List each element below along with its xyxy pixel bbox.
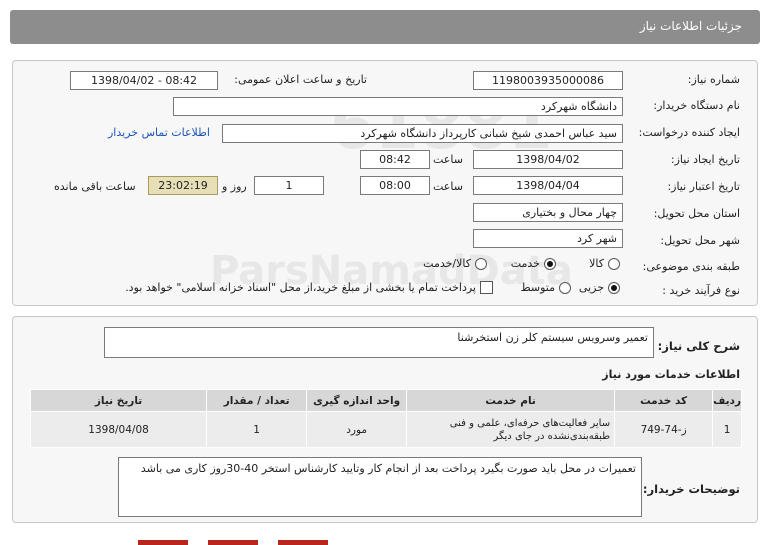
cell-unit: مورد — [306, 411, 408, 448]
services-table: ردیف کد خدمت نام خدمت واحد اندازه گیری ت… — [29, 389, 742, 448]
buyer-notes-field[interactable]: تعمیرات در محل باید صورت بگیرد پرداخت بع… — [118, 457, 642, 517]
radio-icon[interactable] — [475, 257, 487, 270]
cell-service-name: سایر فعالیت‌های حرفه‌ای، علمی و فنی طبقه… — [406, 411, 616, 448]
category-option-service[interactable]: خدمت — [511, 257, 556, 270]
cell-need-date: 1398/04/08 — [29, 411, 208, 448]
remaining-time-field: 23:02:19 — [148, 176, 218, 195]
col-service-code: کد خدمت — [614, 389, 714, 412]
buyer-org-label: نام دستگاه خریدار: — [653, 99, 740, 112]
table-row[interactable]: 1 ز-74-749 سایر فعالیت‌های حرفه‌ای، علمی… — [29, 411, 742, 448]
created-date-field[interactable]: 1398/04/02 — [473, 150, 623, 169]
process-option-minor[interactable]: جزیی — [579, 281, 620, 294]
category-option-goods-service[interactable]: کالا/خدمت — [423, 257, 487, 270]
services-title: اطلاعات خدمات مورد نیاز — [602, 368, 740, 381]
buyer-contact-link[interactable]: اطلاعات تماس خریدار — [108, 126, 210, 139]
radio-selected-icon[interactable] — [544, 257, 556, 270]
cell-service-code: ز-74-749 — [614, 411, 714, 448]
city-field[interactable]: شهر کرد — [473, 229, 623, 248]
requester-field[interactable]: سید عباس احمدی شیخ شبانی کارپرداز دانشگا… — [222, 124, 623, 143]
process-option-medium[interactable]: متوسط — [520, 281, 571, 294]
treasury-payment-checkbox[interactable]: پرداخت تمام یا بخشی از مبلغ خرید،از محل … — [125, 281, 493, 294]
created-date-label: تاریخ ایجاد نیاز: — [670, 153, 740, 166]
col-need-date: تاریخ نیاز — [29, 389, 208, 412]
category-option-goods[interactable]: کالا — [589, 257, 620, 270]
page-title: جزئیات اطلاعات نیاز — [639, 19, 742, 33]
validity-days-field[interactable]: 1 — [254, 176, 324, 195]
radio-icon[interactable] — [608, 257, 620, 270]
col-service-name: نام خدمت — [406, 389, 616, 412]
col-row: ردیف — [712, 389, 742, 412]
radio-selected-icon[interactable] — [608, 281, 620, 294]
summary-field[interactable]: تعمیر وسرویس سیستم کلر زن استخرشنا — [104, 327, 654, 358]
col-quantity: تعداد / مقدار — [206, 389, 308, 412]
announce-date-field[interactable]: 1398/04/02 - 08:42 — [70, 71, 218, 90]
cell-quantity: 1 — [206, 411, 308, 448]
page-header: جزئیات اطلاعات نیاز — [10, 10, 760, 44]
validity-date-label: تاریخ اعتبار نیاز: — [667, 180, 740, 193]
buyer-org-field[interactable]: دانشگاه شهرکرد — [173, 97, 623, 116]
days-label: روز و — [222, 180, 247, 193]
requester-label: ایجاد کننده درخواست: — [638, 126, 740, 139]
validity-time-field[interactable]: 08:00 — [360, 176, 430, 195]
created-time-label: ساعت — [433, 153, 463, 166]
created-time-field[interactable]: 08:42 — [360, 150, 430, 169]
bottom-button-2[interactable] — [208, 540, 258, 545]
col-unit: واحد اندازه گیری — [306, 389, 408, 412]
validity-time-label: ساعت — [433, 180, 463, 193]
table-header-row: ردیف کد خدمت نام خدمت واحد اندازه گیری ت… — [29, 389, 742, 412]
summary-label: شرح کلی نیاز: — [657, 339, 740, 353]
need-number-field[interactable]: 1198003935000086 — [473, 71, 623, 90]
radio-icon[interactable] — [559, 281, 571, 294]
province-field[interactable]: چهار محال و بختیاری — [473, 203, 623, 222]
checkbox-icon[interactable] — [480, 281, 493, 294]
bottom-button-1[interactable] — [138, 540, 188, 545]
need-number-label: شماره نیاز: — [687, 73, 740, 86]
validity-date-field[interactable]: 1398/04/04 — [473, 176, 623, 195]
remaining-label: ساعت باقی مانده — [54, 180, 136, 193]
category-label: طبقه بندی موضوعی: — [642, 260, 740, 273]
city-label: شهر محل تحویل: — [660, 234, 740, 247]
buyer-notes-label: توضیحات خریدار: — [642, 482, 740, 496]
process-label: نوع فرآیند خرید : — [662, 284, 740, 297]
cell-row: 1 — [712, 411, 742, 448]
province-label: استان محل تحویل: — [653, 207, 740, 220]
announce-date-label: تاریخ و ساعت اعلان عمومی: — [234, 73, 367, 86]
bottom-button-3[interactable] — [278, 540, 328, 545]
